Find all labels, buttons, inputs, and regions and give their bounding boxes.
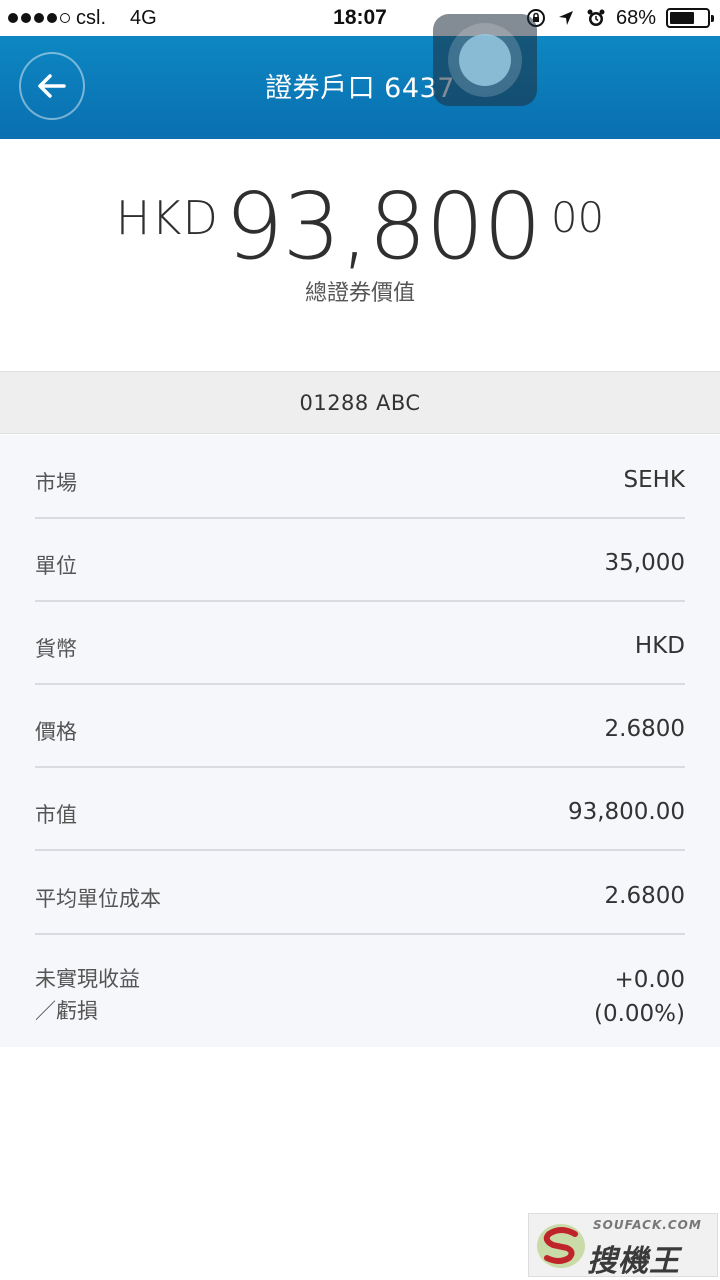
page-title: 證券戶口 6437: [265, 73, 455, 104]
app-screen: csl. 4G 18:07 68% 證券戶口 6437 HKD 93,800 0…: [0, 0, 720, 1280]
detail-value: 93,800.00: [567, 799, 685, 825]
detail-row-market-value: 市值 93,800.00: [35, 767, 685, 851]
detail-label: 單位: [35, 554, 77, 578]
total-amount: HKD 93,800 00: [0, 181, 720, 273]
total-amount-decimal: 00: [550, 193, 605, 242]
watermark-top-text: SOUFACK.COM: [593, 1218, 702, 1232]
total-value-label: 總證券價值: [304, 281, 415, 306]
watermark-logo: SOUFACK.COM 搜機王: [528, 1213, 718, 1279]
detail-value: 35,000: [604, 550, 685, 576]
detail-label: 貨幣: [35, 637, 77, 661]
detail-row-unrealized-pl: 未實現收益 ／虧損 +0.00 (0.00%): [35, 935, 685, 1055]
detail-row-price: 價格 2.6800: [35, 684, 685, 768]
battery-level: [670, 12, 695, 24]
status-bar: csl. 4G 18:07 68%: [0, 0, 720, 36]
detail-value: SEHK: [623, 467, 685, 493]
watermark-s-icon: [537, 1224, 585, 1268]
assistive-touch-button[interactable]: [433, 14, 537, 106]
detail-label: 價格: [35, 720, 77, 744]
detail-value: 2.6800: [604, 716, 685, 742]
status-right: 68%: [526, 6, 714, 30]
total-value-section: HKD 93,800 00 總證券價值: [0, 139, 720, 371]
detail-row-currency: 貨幣 HKD: [35, 601, 685, 685]
detail-label: 市值: [35, 803, 77, 827]
detail-label: 未實現收益 ／虧損: [35, 963, 140, 1027]
detail-row-average-cost: 平均單位成本 2.6800: [35, 851, 685, 935]
holding-details: 市場 SEHK 單位 35,000 貨幣 HKD 價格 2.6800 市值 93…: [0, 435, 720, 1047]
battery-percent: 68%: [615, 6, 656, 29]
detail-row-market: 市場 SEHK: [35, 435, 685, 519]
battery-icon: [666, 8, 714, 28]
detail-value-line1: +0.00: [614, 967, 685, 993]
watermark-bottom-text: 搜機王: [587, 1244, 680, 1279]
alarm-icon: [586, 8, 606, 28]
detail-label-line1: 未實現收益: [35, 967, 140, 991]
detail-value-line2: (0.00%): [593, 1001, 685, 1027]
detail-label: 市場: [35, 471, 77, 495]
total-currency: HKD: [115, 191, 219, 245]
total-amount-integer: 93,800: [224, 173, 542, 280]
location-arrow-icon: [556, 8, 576, 28]
detail-value: HKD: [634, 633, 685, 659]
detail-label-line2: ／虧損: [35, 999, 98, 1023]
stock-code-name: 01288 ABC: [299, 390, 421, 415]
detail-value: +0.00 (0.00%): [594, 963, 685, 1031]
detail-value: 2.6800: [604, 883, 685, 909]
stock-header: 01288 ABC: [0, 371, 720, 434]
app-header: 證券戶口 6437: [0, 14, 720, 139]
detail-label: 平均單位成本: [35, 887, 161, 911]
detail-row-units: 單位 35,000: [35, 518, 685, 602]
